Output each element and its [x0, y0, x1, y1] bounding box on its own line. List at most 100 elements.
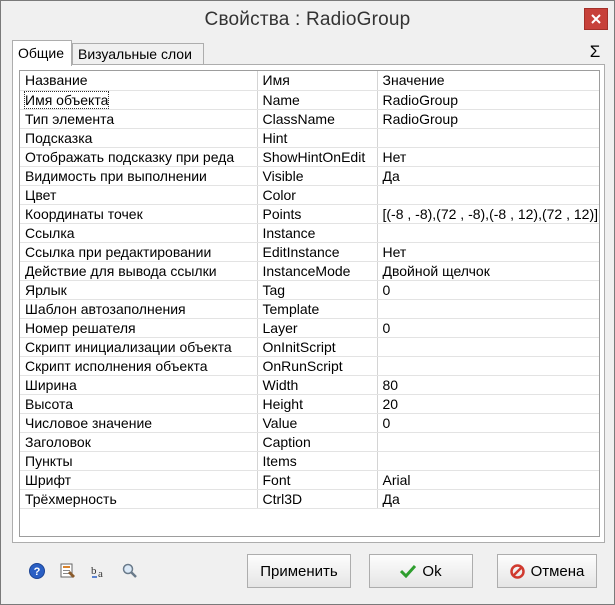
property-title-cell[interactable]: Высота [20, 394, 258, 414]
property-name-cell[interactable]: Template [257, 299, 378, 319]
property-title-cell[interactable]: Трёхмерность [20, 489, 258, 509]
property-value-cell[interactable] [377, 299, 599, 319]
property-name-cell[interactable]: Items [257, 451, 378, 471]
header-value[interactable]: Значение [377, 71, 599, 91]
property-value-cell[interactable] [377, 128, 599, 148]
table-row[interactable]: Цвет Color [20, 185, 599, 205]
tab-general[interactable]: Общие [12, 40, 72, 66]
property-value-cell[interactable]: RadioGroup [377, 90, 599, 110]
property-title-cell[interactable]: Отображать подсказку при реда [20, 147, 258, 167]
table-row[interactable]: Ссылка при редактировании EditInstance Нет [20, 242, 599, 262]
property-name-cell[interactable]: Name [257, 90, 378, 110]
property-value-cell[interactable]: RadioGroup [377, 109, 599, 129]
property-name-cell[interactable]: Color [257, 185, 378, 205]
property-name-cell[interactable]: Layer [257, 318, 378, 338]
property-name-cell[interactable]: InstanceMode [257, 261, 378, 281]
property-name-cell[interactable]: OnInitScript [257, 337, 378, 357]
property-name-cell[interactable]: Height [257, 394, 378, 414]
property-title-cell[interactable]: Имя объекта [20, 90, 258, 110]
table-row[interactable]: Имя объекта Name RadioGroup [20, 90, 599, 110]
property-value-cell[interactable]: 0 [377, 318, 599, 338]
table-row[interactable]: Заголовок Caption [20, 432, 599, 452]
table-row[interactable]: Ширина Width 80 [20, 375, 599, 395]
property-value-cell[interactable] [377, 223, 599, 243]
properties-grid[interactable]: Название Имя Значение Имя объекта Name Rad… [19, 70, 600, 537]
property-title-cell[interactable]: Подсказка [20, 128, 258, 148]
property-value-cell[interactable]: Двойной щелчок [377, 261, 599, 281]
property-title-cell[interactable]: Действие для вывода ссылки [20, 261, 258, 281]
property-title-cell[interactable]: Ссылка [20, 223, 258, 243]
property-name-cell[interactable]: Instance [257, 223, 378, 243]
property-title-cell[interactable]: Ширина [20, 375, 258, 395]
table-row[interactable]: Пункты Items [20, 451, 599, 471]
property-title-cell[interactable]: Координаты точек [20, 204, 258, 224]
property-value-cell[interactable]: 0 [377, 280, 599, 300]
property-title-cell[interactable]: Пункты [20, 451, 258, 471]
property-name-cell[interactable]: Ctrl3D [257, 489, 378, 509]
property-value-cell[interactable]: 80 [377, 375, 599, 395]
property-title-cell[interactable]: Числовое значение [20, 413, 258, 433]
properties-list-icon[interactable] [59, 562, 77, 580]
apply-button[interactable]: Применить [247, 554, 351, 588]
cancel-button[interactable]: Отмена [497, 554, 597, 588]
property-title-cell[interactable]: Тип элемента [20, 109, 258, 129]
property-title-cell[interactable]: Номер решателя [20, 318, 258, 338]
table-row[interactable]: Координаты точек Points [(-8 , -8),(72 , -… [20, 204, 599, 224]
property-value-cell[interactable]: Да [377, 489, 599, 509]
table-row[interactable]: Трёхмерность Ctrl3D Да [20, 489, 599, 509]
property-name-cell[interactable]: Value [257, 413, 378, 433]
property-value-cell[interactable]: [(-8 , -8),(72 , -8),(-8 , 12),(72 , 12)… [377, 204, 599, 224]
property-value-cell[interactable] [377, 432, 599, 452]
property-name-cell[interactable]: ShowHintOnEdit [257, 147, 378, 167]
table-row[interactable]: Числовое значение Value 0 [20, 413, 599, 433]
table-row[interactable]: Скрипт инициализации объекта OnInitScript [20, 337, 599, 357]
property-name-cell[interactable]: EditInstance [257, 242, 378, 262]
property-name-cell[interactable]: ClassName [257, 109, 378, 129]
table-row[interactable]: Шрифт Font Arial [20, 470, 599, 490]
header-name[interactable]: Название [20, 71, 258, 91]
sigma-button[interactable]: Σ [586, 41, 604, 63]
search-icon[interactable] [121, 562, 139, 580]
property-value-cell[interactable]: 0 [377, 413, 599, 433]
table-row[interactable]: Ярлык Tag 0 [20, 280, 599, 300]
table-row[interactable]: Номер решателя Layer 0 [20, 318, 599, 338]
property-name-cell[interactable]: Tag [257, 280, 378, 300]
property-title-cell[interactable]: Шрифт [20, 470, 258, 490]
property-title-cell[interactable]: Скрипт инициализации объекта [20, 337, 258, 357]
property-value-cell[interactable]: Да [377, 166, 599, 186]
property-title-cell[interactable]: Ярлык [20, 280, 258, 300]
property-name-cell[interactable]: OnRunScript [257, 356, 378, 376]
table-row[interactable]: Высота Height 20 [20, 394, 599, 414]
property-value-cell[interactable]: Нет [377, 242, 599, 262]
property-name-cell[interactable]: Font [257, 470, 378, 490]
property-value-cell[interactable] [377, 451, 599, 471]
property-value-cell[interactable] [377, 356, 599, 376]
property-title-cell[interactable]: Цвет [20, 185, 258, 205]
table-row[interactable]: Ссылка Instance [20, 223, 599, 243]
property-title-cell[interactable]: Шаблон автозаполнения [20, 299, 258, 319]
table-row[interactable]: Отображать подсказку при реда ShowHintOnE… [20, 147, 599, 167]
property-name-cell[interactable]: Caption [257, 432, 378, 452]
property-title-cell[interactable]: Заголовок [20, 432, 258, 452]
tab-visual-layers[interactable]: Визуальные слои [72, 43, 204, 65]
property-value-cell[interactable]: Нет [377, 147, 599, 167]
property-value-cell[interactable] [377, 185, 599, 205]
header-id[interactable]: Имя [257, 71, 378, 91]
table-row[interactable]: Видимость при выполнении Visible Да [20, 166, 599, 186]
close-button[interactable] [584, 8, 608, 30]
table-row[interactable]: Действие для вывода ссылки InstanceMode Дв… [20, 261, 599, 281]
rename-text-icon[interactable]: b a [90, 562, 108, 580]
table-row[interactable]: Шаблон автозаполнения Template [20, 299, 599, 319]
property-name-cell[interactable]: Hint [257, 128, 378, 148]
property-name-cell[interactable]: Width [257, 375, 378, 395]
property-title-cell[interactable]: Видимость при выполнении [20, 166, 258, 186]
property-value-cell[interactable]: Arial [377, 470, 599, 490]
property-value-cell[interactable] [377, 337, 599, 357]
help-icon[interactable]: ? [28, 562, 46, 580]
property-name-cell[interactable]: Visible [257, 166, 378, 186]
property-name-cell[interactable]: Points [257, 204, 378, 224]
ok-button[interactable]: Ok [369, 554, 473, 588]
table-row[interactable]: Скрипт исполнения объекта OnRunScript [20, 356, 599, 376]
property-value-cell[interactable]: 20 [377, 394, 599, 414]
property-title-cell[interactable]: Скрипт исполнения объекта [20, 356, 258, 376]
